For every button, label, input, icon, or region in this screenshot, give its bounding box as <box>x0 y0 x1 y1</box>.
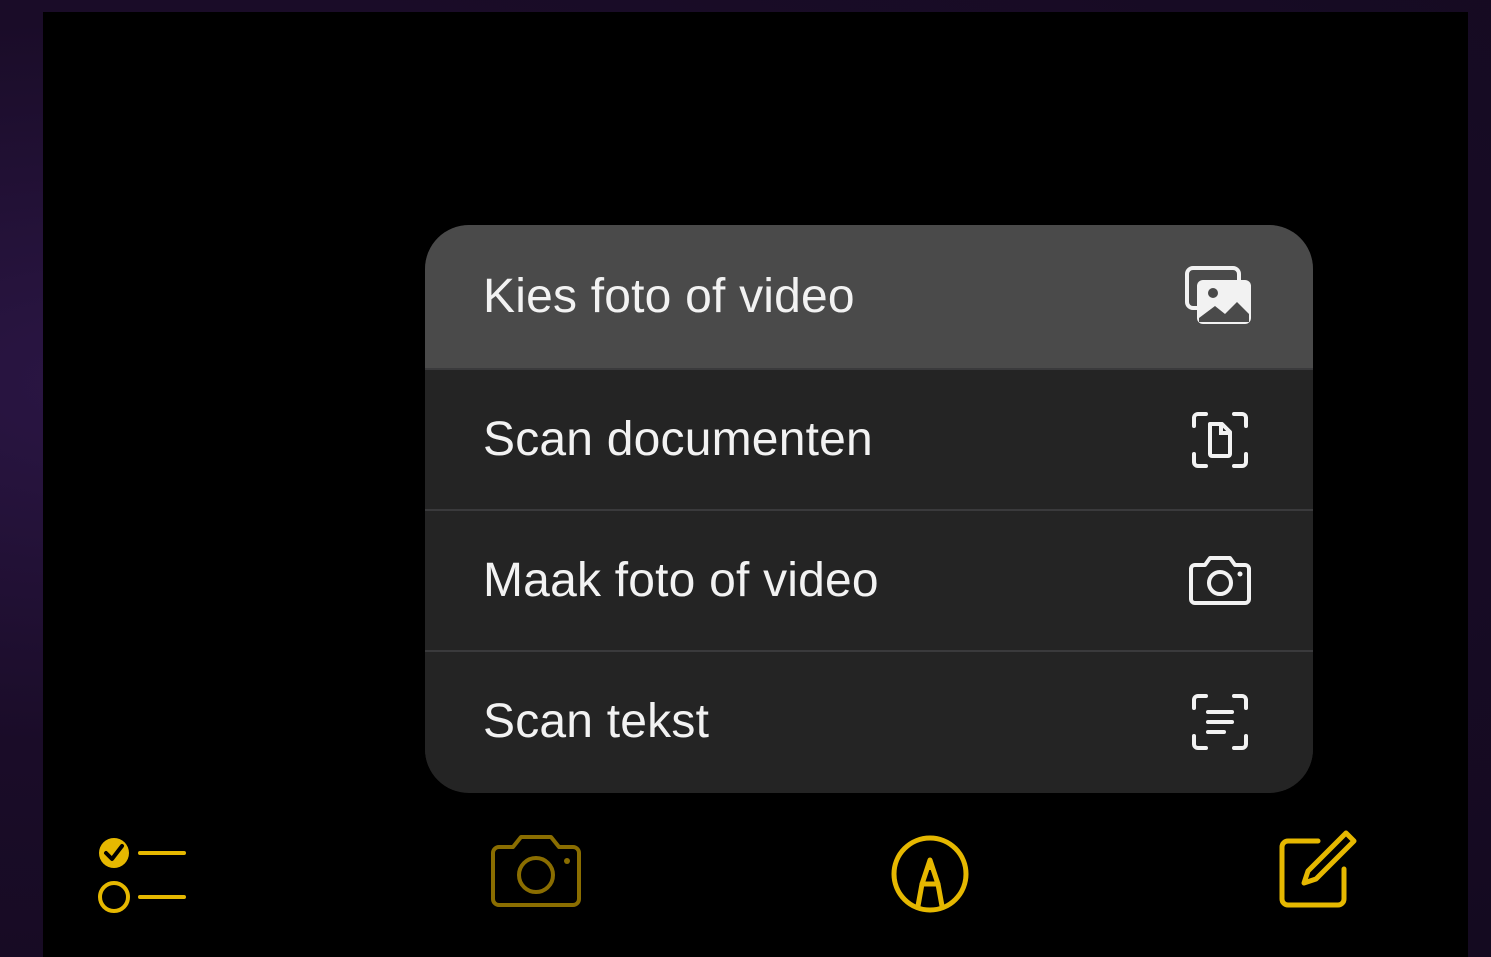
menu-item-scan-text[interactable]: Scan tekst <box>425 650 1313 791</box>
checklist-button[interactable] <box>92 830 188 920</box>
menu-item-choose-photo[interactable]: Kies foto of video <box>425 225 1313 368</box>
camera-icon <box>1185 546 1255 616</box>
checklist-icon <box>94 831 186 920</box>
camera-button[interactable] <box>484 832 588 916</box>
menu-item-label: Scan documenten <box>483 413 873 466</box>
scan-text-icon <box>1185 687 1255 757</box>
markup-pen-icon <box>888 832 972 921</box>
menu-item-label: Scan tekst <box>483 695 710 748</box>
photo-library-icon <box>1185 262 1255 332</box>
menu-item-take-photo[interactable]: Maak foto of video <box>425 509 1313 650</box>
menu-item-label: Maak foto of video <box>483 554 879 607</box>
attachment-menu: Kies foto of video Scan documenten Maak … <box>425 225 1313 793</box>
compose-button[interactable] <box>1272 830 1360 914</box>
menu-item-label: Kies foto of video <box>483 270 855 323</box>
markup-button[interactable] <box>884 834 976 918</box>
menu-item-scan-documents[interactable]: Scan documenten <box>425 368 1313 509</box>
scan-document-icon <box>1185 405 1255 475</box>
camera-icon <box>487 833 585 916</box>
compose-icon <box>1274 829 1358 916</box>
